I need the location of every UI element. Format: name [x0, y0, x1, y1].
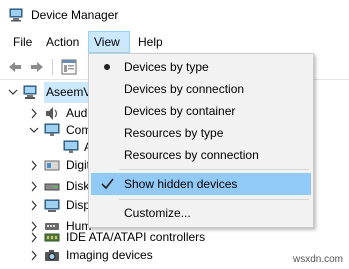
menu-file[interactable]: File — [8, 31, 37, 53]
device-manager-icon — [9, 8, 23, 22]
menu-item-label: Show hidden devices — [124, 177, 238, 191]
tree-item-disk[interactable]: Disk — [0, 176, 90, 197]
menu-separator — [119, 169, 309, 170]
menu-item-devices-by-connection[interactable]: Devices by connection — [91, 78, 311, 100]
chevron-right-icon[interactable] — [29, 155, 39, 176]
tree-item-label: Disk — [66, 179, 90, 193]
audio-icon — [44, 106, 60, 121]
tree-item-digital[interactable]: Digit — [0, 155, 90, 176]
back-arrow-icon[interactable] — [6, 58, 24, 76]
tree-item-label: Imaging devices — [66, 248, 153, 262]
menu-item-label: Devices by connection — [124, 82, 245, 96]
menu-item-devices-by-container[interactable]: Devices by container — [91, 100, 311, 122]
title-bar: Device Manager — [0, 0, 349, 30]
toolbar-separator — [52, 59, 53, 75]
menu-help[interactable]: Help — [133, 31, 168, 53]
watermark-text: wsxdn.com — [292, 254, 343, 265]
ide-controller-icon — [44, 230, 60, 245]
menu-separator — [119, 199, 309, 200]
tree-root[interactable]: AseemV — [0, 82, 100, 103]
properties-icon[interactable] — [60, 58, 78, 76]
menu-item-devices-by-type[interactable]: Devices by type — [91, 56, 311, 78]
chevron-down-icon[interactable] — [8, 82, 18, 103]
chevron-right-icon[interactable] — [29, 195, 39, 216]
tree-item-display[interactable]: Disp — [0, 195, 90, 216]
tree-item-label: Disp — [66, 198, 91, 212]
checkmark-icon — [99, 173, 115, 195]
computer-icon — [23, 85, 39, 100]
menu-item-label: Devices by container — [124, 104, 236, 118]
menu-item-resources-by-type[interactable]: Resources by type — [91, 122, 311, 144]
menu-item-resources-by-connection[interactable]: Resources by connection — [91, 144, 311, 166]
menu-view[interactable]: View — [88, 31, 130, 53]
tree-item-imaging[interactable]: Imaging devices — [0, 245, 200, 266]
menu-bar: File Action View Help — [0, 31, 349, 53]
window-title: Device Manager — [31, 8, 119, 22]
menu-item-customize[interactable]: Customize... — [91, 202, 311, 224]
tree-root-label: AseemV — [44, 82, 94, 103]
display-adapter-icon — [44, 198, 60, 213]
camera-icon — [44, 248, 60, 263]
view-menu-dropdown: Devices by type Devices by connection De… — [88, 53, 314, 228]
digital-media-icon — [44, 158, 60, 173]
menu-item-label: Customize... — [124, 206, 191, 220]
menu-item-label: Resources by connection — [124, 148, 259, 162]
monitor-icon — [63, 140, 79, 155]
chevron-right-icon[interactable] — [29, 176, 39, 197]
menu-item-show-hidden-devices[interactable]: Show hidden devices — [91, 173, 311, 195]
tree-item-label: Digit — [66, 158, 91, 172]
monitor-icon — [44, 123, 60, 138]
radio-bullet-icon — [99, 56, 115, 78]
menu-item-label: Devices by type — [124, 60, 209, 74]
forward-arrow-icon[interactable] — [28, 58, 46, 76]
disk-drive-icon — [44, 179, 60, 194]
menu-action[interactable]: Action — [41, 31, 84, 53]
menu-item-label: Resources by type — [124, 126, 224, 140]
chevron-right-icon[interactable] — [29, 245, 39, 266]
